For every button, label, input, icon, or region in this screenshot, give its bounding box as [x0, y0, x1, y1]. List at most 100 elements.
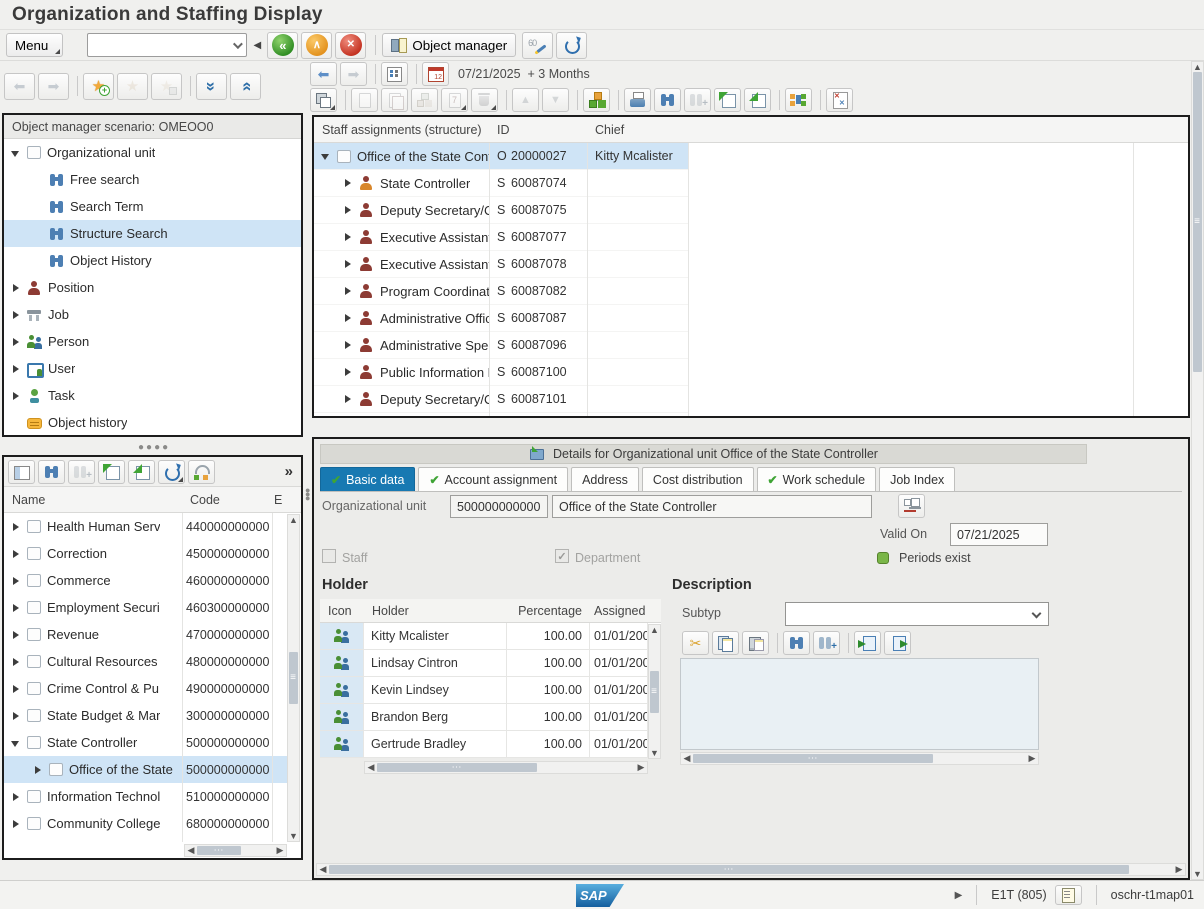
expand-icon[interactable] — [10, 147, 22, 159]
expand-all-button[interactable] — [230, 73, 261, 100]
expand-icon[interactable] — [342, 393, 354, 405]
expand-icon[interactable] — [10, 737, 22, 749]
holder-row[interactable]: Brandon Berg 100.00 01/01/2008 — [320, 704, 661, 731]
orgunit-name-field[interactable]: Office of the State Controller — [552, 495, 872, 518]
staff-row[interactable]: Administrative Officer I S60087087 — [314, 305, 688, 332]
tree-item[interactable]: Person — [4, 328, 301, 355]
column-header[interactable]: Assigned as — [590, 599, 648, 622]
menu-button[interactable]: Menu — [6, 33, 63, 57]
move-up-button[interactable] — [512, 88, 539, 112]
collapse-all-button[interactable] — [196, 73, 227, 100]
scroll-up-arrow[interactable]: ▲ — [1192, 62, 1204, 72]
scrollbar-thumb[interactable] — [377, 763, 537, 772]
expand-icon[interactable] — [32, 764, 44, 776]
expand-icon[interactable] — [10, 521, 22, 533]
scroll-right-arrow[interactable]: ▶ — [274, 845, 286, 856]
scroll-right-arrow[interactable]: ▶ — [1173, 864, 1185, 875]
subtyp-dropdown[interactable] — [785, 602, 1049, 626]
expand-icon[interactable] — [320, 150, 332, 162]
tree-item[interactable]: Object history — [4, 409, 301, 436]
staff-row[interactable]: Public Information Dire S60087100 — [314, 359, 688, 386]
zoom-out-button[interactable] — [128, 460, 155, 484]
delimit-button[interactable] — [411, 88, 438, 112]
scroll-left-arrow[interactable]: ◀ — [317, 864, 329, 875]
expand-icon[interactable] — [10, 390, 22, 402]
refresh-button[interactable] — [556, 32, 587, 59]
expand-icon[interactable] — [342, 231, 354, 243]
org-row[interactable]: State Controller 500000000000 — [4, 729, 288, 756]
staff-row[interactable]: Program Coordinator I S60087082 — [314, 278, 688, 305]
display-change-button[interactable] — [522, 32, 553, 59]
expand-icon[interactable] — [10, 336, 22, 348]
org-row[interactable]: Office of the State 500000000000 — [4, 756, 288, 783]
holder-row[interactable]: Lindsay Cintron 100.00 01/01/2008 — [320, 650, 661, 677]
description-textarea[interactable] — [680, 658, 1039, 750]
scroll-right-arrow[interactable]: ▶ — [635, 762, 647, 773]
org-row[interactable]: Commerce 460000000000 — [4, 567, 288, 594]
column-header[interactable]: Staff assignments (structure) — [314, 117, 489, 142]
find-button[interactable] — [783, 631, 810, 655]
expand-icon[interactable] — [10, 309, 22, 321]
command-input[interactable] — [88, 34, 246, 56]
overview-button[interactable] — [381, 62, 408, 86]
find-next-button[interactable] — [813, 631, 840, 655]
column-header[interactable]: ID — [489, 117, 587, 142]
org-row[interactable]: Information Technol 510000000000 — [4, 783, 288, 810]
org-row[interactable]: Community College 680000000000 — [4, 810, 288, 837]
org-row[interactable]: Employment Securi 460300000000 — [4, 594, 288, 621]
column-header[interactable]: Chief — [587, 117, 688, 142]
scroll-right-arrow[interactable]: ▶ — [1026, 753, 1038, 764]
period-button[interactable] — [441, 88, 468, 112]
expand-icon[interactable] — [342, 177, 354, 189]
org-row[interactable]: Revenue 470000000000 — [4, 621, 288, 648]
add-favorite-button[interactable] — [83, 73, 114, 100]
tree-item[interactable]: Organizational unit — [4, 139, 301, 166]
cut-button[interactable] — [682, 631, 709, 655]
scroll-down-arrow[interactable]: ▼ — [288, 831, 300, 841]
holder-horizontal-scrollbar[interactable]: ◀ ▶ — [364, 761, 648, 774]
zoom-out-button[interactable] — [744, 88, 771, 112]
tab[interactable]: ✔ Cost distribution — [642, 467, 754, 491]
tab[interactable]: ✔ Address — [571, 467, 639, 491]
copy-text-button[interactable] — [712, 631, 739, 655]
scroll-left-arrow[interactable]: ◀ — [681, 753, 693, 764]
tree-item[interactable]: User — [4, 355, 301, 382]
scrollbar-thumb[interactable] — [197, 846, 241, 855]
expand-icon[interactable] — [10, 683, 22, 695]
tab[interactable]: ✔ Job Index — [879, 467, 955, 491]
scrollbar-thumb[interactable] — [1193, 72, 1202, 372]
create-button[interactable] — [351, 88, 378, 112]
expand-icon[interactable] — [10, 548, 22, 560]
cancel-button[interactable] — [335, 32, 366, 59]
tree-item[interactable]: Position — [4, 274, 301, 301]
find-button[interactable] — [654, 88, 681, 112]
details-horizontal-scrollbar[interactable]: ◀ ▶ — [316, 863, 1186, 876]
expand-icon[interactable] — [10, 791, 22, 803]
description-horizontal-scrollbar[interactable]: ◀ ▶ — [680, 752, 1039, 765]
holder-row[interactable]: Gertrude Bradley 100.00 01/01/2008 — [320, 731, 661, 758]
column-header[interactable]: Holder — [364, 599, 507, 622]
splitter-handle[interactable]: ●●●● — [138, 442, 170, 453]
expand-icon[interactable] — [342, 285, 354, 297]
export-list-button[interactable] — [826, 88, 853, 112]
expand-icon[interactable] — [10, 656, 22, 668]
paste-button[interactable] — [742, 631, 769, 655]
holder-vertical-scrollbar[interactable]: ▲ ▼ — [648, 624, 661, 759]
expand-icon[interactable] — [32, 201, 44, 213]
org-vertical-scrollbar[interactable]: ▲ ▼ — [287, 514, 300, 842]
scrollbar-thumb[interactable] — [650, 671, 659, 713]
export-text-button[interactable] — [884, 631, 911, 655]
periods-button[interactable] — [898, 494, 925, 518]
org-row[interactable]: Crime Control & Pu 490000000000 — [4, 675, 288, 702]
tab[interactable]: ✔ Work schedule — [757, 467, 877, 491]
tab[interactable]: ✔ Basic data — [320, 467, 415, 491]
expand-icon[interactable] — [32, 255, 44, 267]
find-next-button[interactable] — [684, 88, 711, 112]
find-next-button[interactable] — [68, 460, 95, 484]
column-header[interactable]: Icon — [320, 599, 364, 622]
tree-item[interactable]: Object History — [4, 247, 301, 274]
splitter-handle-vertical[interactable]: ●●● — [305, 488, 310, 500]
history-back-button[interactable] — [4, 73, 35, 100]
assign-button[interactable] — [583, 88, 610, 112]
copy-button[interactable] — [381, 88, 408, 112]
